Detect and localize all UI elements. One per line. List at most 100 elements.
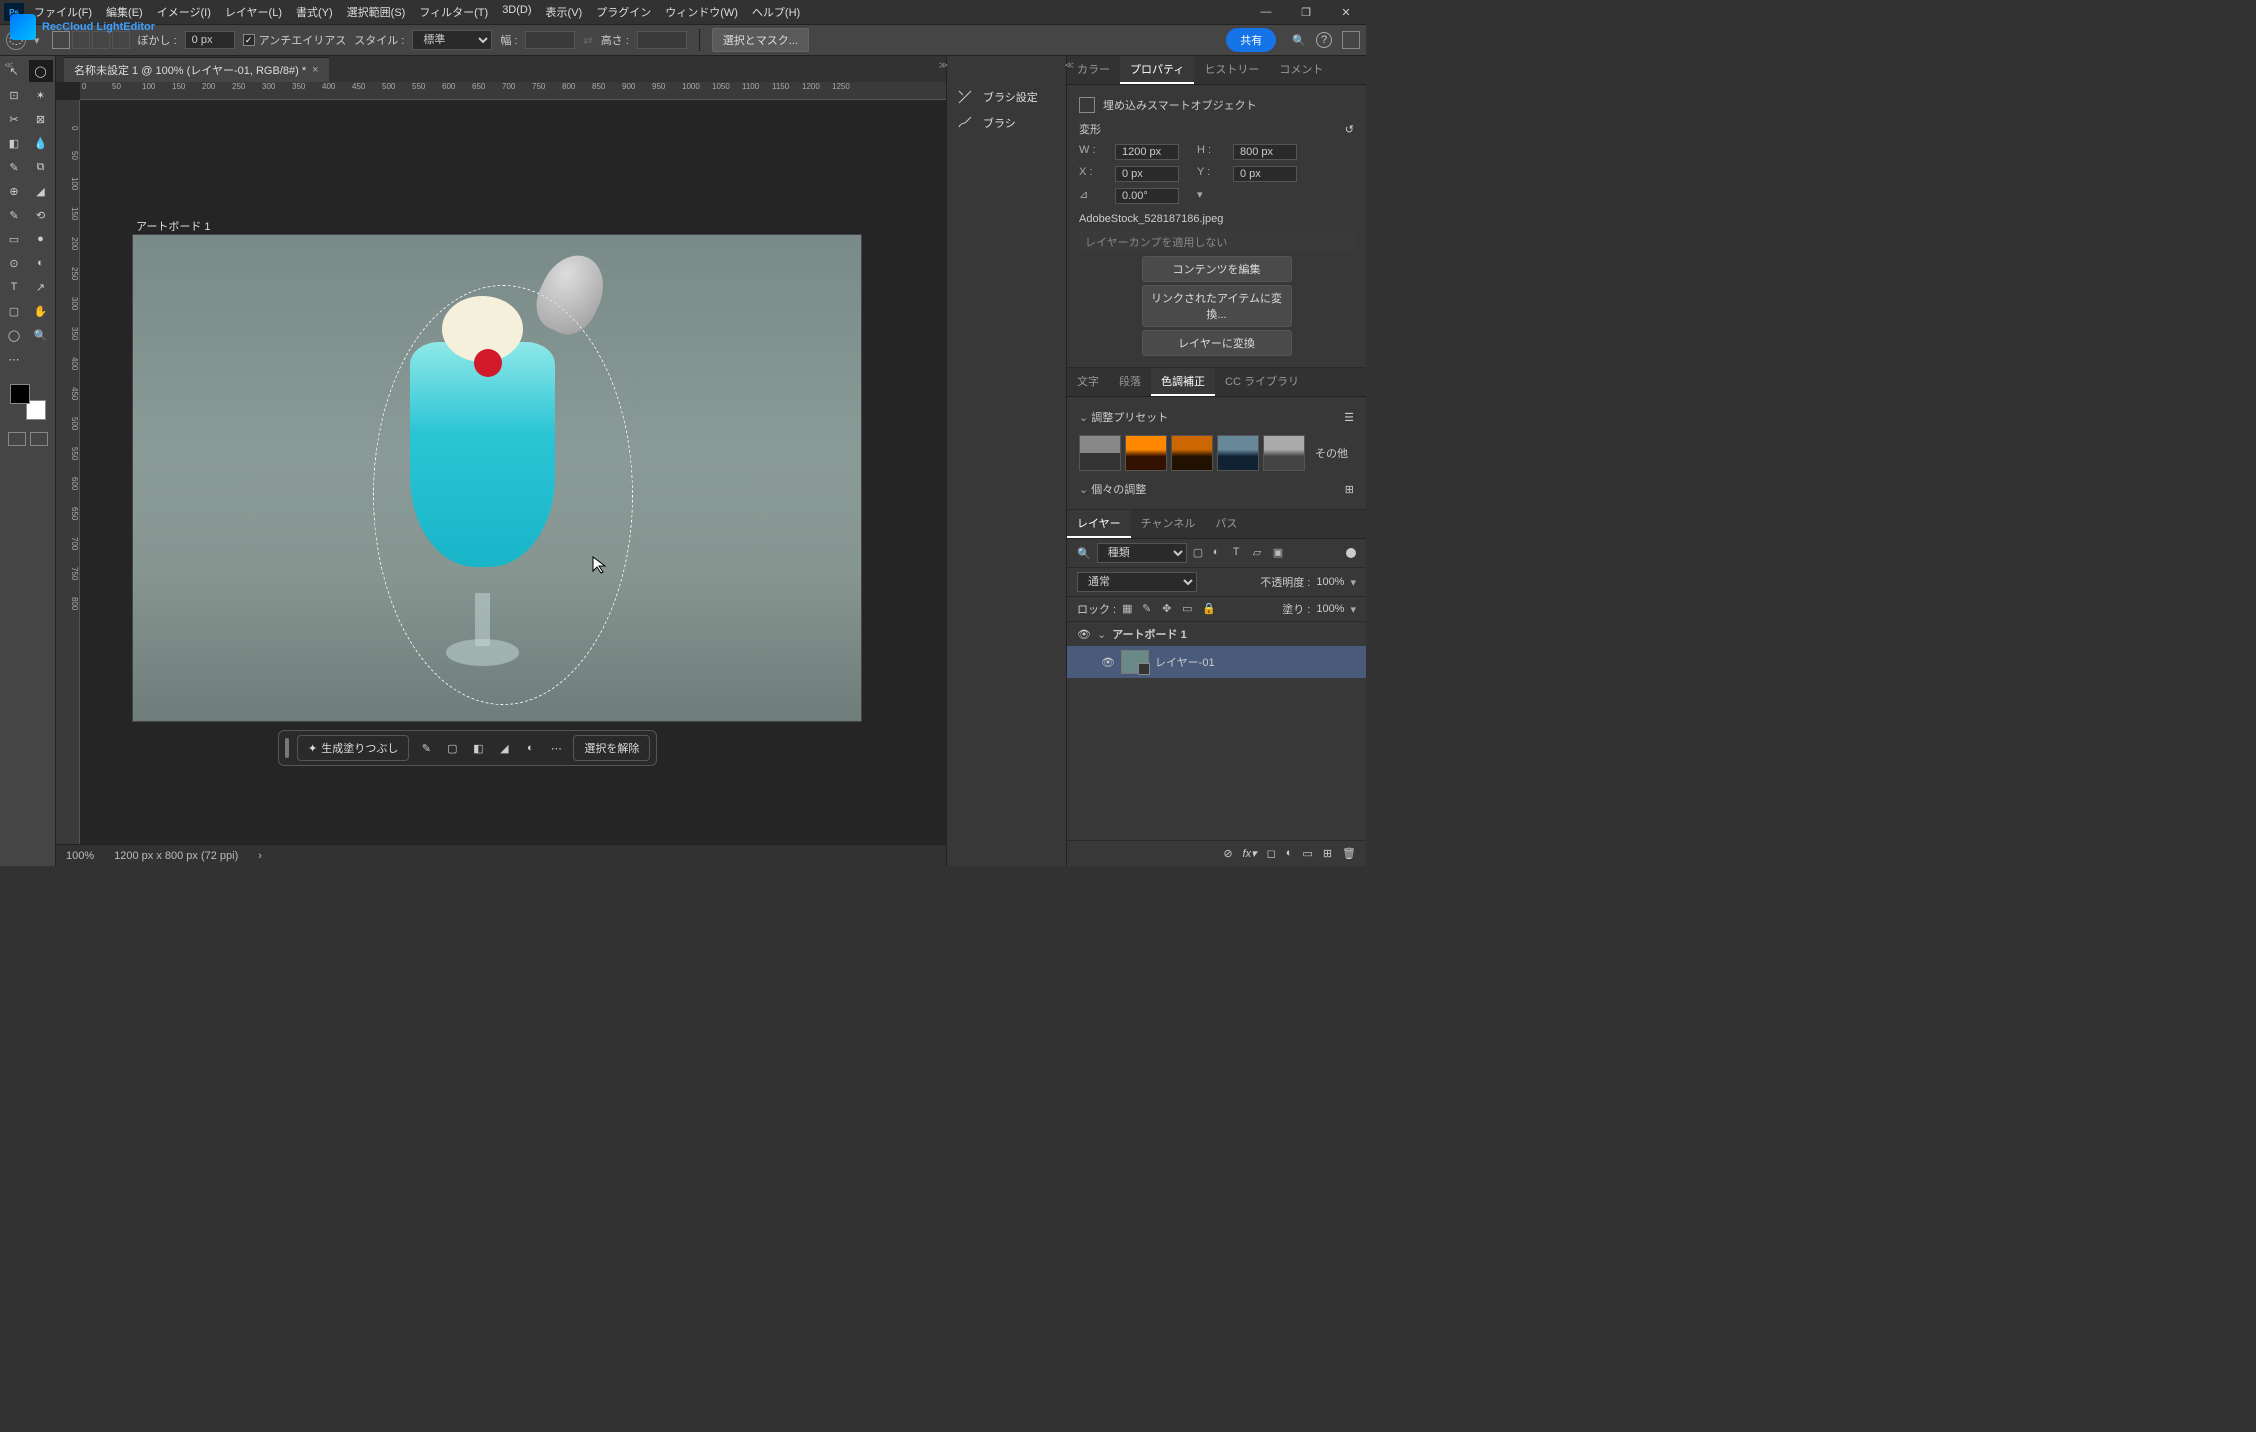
- preset-thumb[interactable]: [1125, 435, 1167, 471]
- reset-icon[interactable]: ↺: [1345, 123, 1354, 136]
- tool-button[interactable]: ●: [29, 228, 53, 250]
- chevron-down-icon[interactable]: ▾: [1350, 576, 1356, 589]
- tool-button[interactable]: ◐: [29, 252, 53, 274]
- tool-button[interactable]: 🔍: [29, 324, 53, 346]
- preset-thumb[interactable]: [1171, 435, 1213, 471]
- tool-button[interactable]: ◧: [2, 132, 26, 154]
- expand-icon[interactable]: ⌄: [1097, 628, 1106, 641]
- y-input[interactable]: [1233, 166, 1297, 182]
- help-icon[interactable]: ?: [1316, 32, 1332, 48]
- panel-tab[interactable]: パス: [1205, 510, 1247, 538]
- tool-button[interactable]: ⊡: [2, 84, 26, 106]
- filter-toggle-icon[interactable]: [1346, 548, 1356, 558]
- adjustment-layer-icon[interactable]: ◐: [1286, 847, 1293, 860]
- filter-type-icon[interactable]: T: [1233, 546, 1247, 560]
- layer-thumbnail[interactable]: [1121, 650, 1149, 674]
- tool-button[interactable]: ↖: [2, 60, 26, 82]
- select-and-mask-button[interactable]: 選択とマスク...: [712, 28, 809, 52]
- menu-item[interactable]: ヘルプ(H): [746, 1, 806, 23]
- panel-tab[interactable]: CC ライブラリ: [1215, 368, 1309, 396]
- panel-tab[interactable]: 文字: [1067, 368, 1109, 396]
- tool-button[interactable]: 💧: [29, 132, 53, 154]
- generative-fill-button[interactable]: ✦生成塗りつぶし: [297, 735, 409, 761]
- subtract-selection-icon[interactable]: ▢: [443, 739, 461, 757]
- menu-item[interactable]: 書式(Y): [290, 1, 339, 23]
- layer-row[interactable]: 👁 レイヤー-01: [1067, 646, 1366, 678]
- opacity-value[interactable]: 100%: [1316, 576, 1344, 588]
- filter-smart-icon[interactable]: ▣: [1273, 546, 1287, 560]
- menu-item[interactable]: 選択範囲(S): [341, 1, 412, 23]
- list-icon[interactable]: ☰: [1344, 411, 1354, 424]
- brush-settings-panel[interactable]: ブラシ設定: [947, 84, 1066, 110]
- edit-contents-button[interactable]: コンテンツを編集: [1142, 256, 1292, 282]
- tool-button[interactable]: ✎: [2, 204, 26, 226]
- foreground-color-swatch[interactable]: [10, 384, 30, 404]
- lock-artboard-icon[interactable]: ▭: [1182, 602, 1196, 616]
- minimize-button[interactable]: —: [1246, 0, 1286, 24]
- tool-button[interactable]: ⟲: [29, 204, 53, 226]
- tool-button[interactable]: ✋: [29, 300, 53, 322]
- layer-name[interactable]: レイヤー-01: [1155, 654, 1215, 670]
- screenmode-icon[interactable]: [30, 432, 48, 446]
- tool-button[interactable]: ✂: [2, 108, 26, 130]
- tool-button[interactable]: ◯: [29, 60, 53, 82]
- lock-pixels-icon[interactable]: ▦: [1122, 602, 1136, 616]
- brush-icon[interactable]: ✎: [417, 739, 435, 757]
- tool-button[interactable]: ⋯: [2, 348, 26, 370]
- zoom-level[interactable]: 100%: [66, 850, 94, 862]
- panel-tab[interactable]: ヒストリー: [1194, 56, 1269, 84]
- lock-paint-icon[interactable]: ✎: [1142, 602, 1156, 616]
- group-icon[interactable]: ▭: [1302, 847, 1312, 860]
- preset-thumb[interactable]: [1079, 435, 1121, 471]
- panel-tab[interactable]: 色調補正: [1151, 368, 1215, 396]
- lock-position-icon[interactable]: ✥: [1162, 602, 1176, 616]
- preset-thumb[interactable]: [1217, 435, 1259, 471]
- search-icon[interactable]: 🔍: [1292, 34, 1306, 47]
- panel-tab[interactable]: カラー: [1067, 56, 1120, 84]
- fill-value[interactable]: 100%: [1316, 603, 1344, 615]
- angle-input[interactable]: [1115, 188, 1179, 204]
- menu-item[interactable]: レイヤー(L): [219, 1, 288, 23]
- lock-all-icon[interactable]: 🔒: [1202, 602, 1216, 616]
- layer-filter-select[interactable]: 種類: [1097, 543, 1187, 563]
- brushes-panel[interactable]: ブラシ: [947, 110, 1066, 136]
- h-value[interactable]: 800 px: [1233, 144, 1297, 160]
- filter-shape-icon[interactable]: ▱: [1253, 546, 1267, 560]
- chevron-right-icon[interactable]: ›: [258, 850, 262, 862]
- tool-button[interactable]: ⊠: [29, 108, 53, 130]
- panel-tab[interactable]: コメント: [1269, 56, 1333, 84]
- layercomp-select[interactable]: レイヤーカンプを適用しない: [1079, 231, 1354, 253]
- drag-handle-icon[interactable]: [285, 738, 289, 758]
- tool-button[interactable]: ▢: [2, 300, 26, 322]
- link-icon[interactable]: ⊘: [1223, 847, 1232, 860]
- menu-item[interactable]: 表示(V): [540, 1, 589, 23]
- tool-button[interactable]: ⊕: [2, 180, 26, 202]
- convert-linked-button[interactable]: リンクされたアイテムに変換...: [1142, 285, 1292, 327]
- delete-icon[interactable]: 🗑: [1342, 847, 1356, 860]
- style-select[interactable]: 標準: [412, 30, 492, 50]
- tool-button[interactable]: ▭: [2, 228, 26, 250]
- new-layer-icon[interactable]: ⊞: [1323, 847, 1332, 860]
- close-button[interactable]: ✕: [1326, 0, 1366, 24]
- individual-adjust-label[interactable]: 個々の調整: [1091, 484, 1146, 496]
- tool-button[interactable]: ↗: [29, 276, 53, 298]
- layer-name[interactable]: アートボード 1: [1112, 626, 1187, 642]
- menu-item[interactable]: プラグイン: [590, 1, 657, 23]
- visibility-icon[interactable]: 👁: [1101, 656, 1115, 669]
- panel-tab[interactable]: チャンネル: [1131, 510, 1206, 538]
- tool-button[interactable]: ✎: [2, 156, 26, 178]
- adjust-presets-label[interactable]: 調整プリセット: [1091, 412, 1168, 424]
- menu-item[interactable]: フィルター(T): [413, 1, 494, 23]
- panel-tab[interactable]: レイヤー: [1067, 510, 1131, 538]
- color-swatches[interactable]: [10, 384, 46, 420]
- preset-thumb[interactable]: [1263, 435, 1305, 471]
- mask-icon[interactable]: ◻: [1267, 847, 1276, 860]
- fill-icon[interactable]: ◢: [495, 739, 513, 757]
- tool-button[interactable]: ◢: [29, 180, 53, 202]
- workspace-icon[interactable]: [1342, 31, 1360, 49]
- filter-image-icon[interactable]: ▢: [1193, 546, 1207, 560]
- close-tab-icon[interactable]: ×: [312, 64, 318, 76]
- maximize-button[interactable]: ❐: [1286, 0, 1326, 24]
- tool-button[interactable]: ◯: [2, 324, 26, 346]
- convert-layer-button[interactable]: レイヤーに変換: [1142, 330, 1292, 356]
